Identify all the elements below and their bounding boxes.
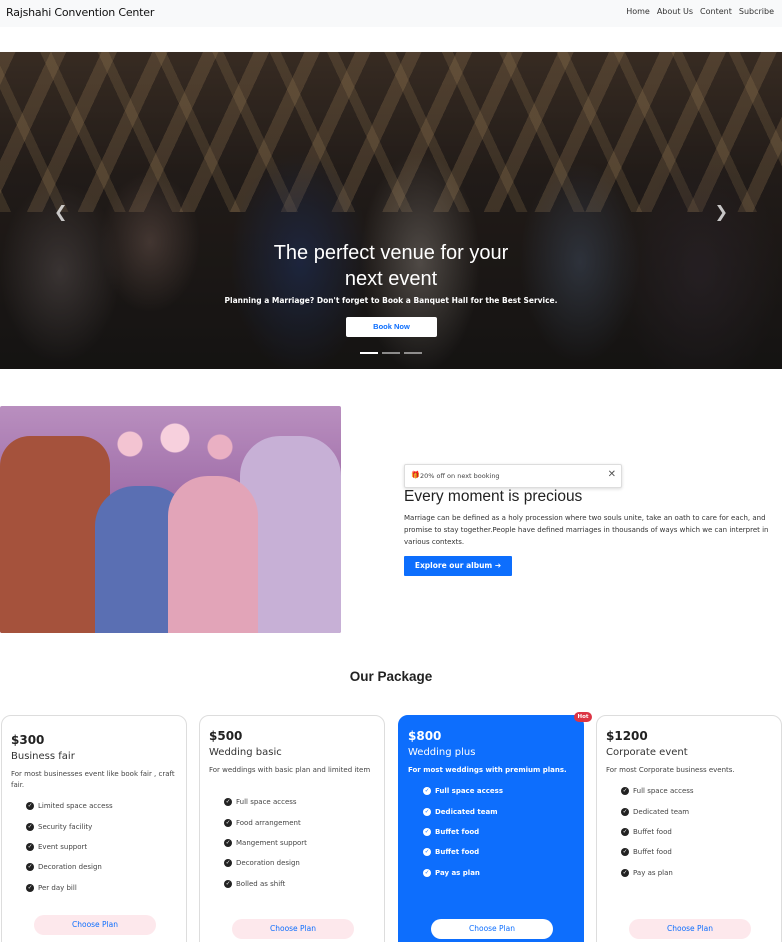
arrow-right-icon: ➔ [494, 561, 502, 570]
feature-item: ✓ Full space access [621, 787, 694, 796]
check-icon: ✓ [26, 842, 34, 851]
package-features: ✓ Full space access ✓ Dedicated team ✓ Buff… [423, 781, 503, 883]
hero-title-line-1: The perfect venue for your [273, 242, 509, 264]
check-icon: ✓ [621, 848, 629, 857]
chevron-left-icon[interactable]: ❮ [54, 202, 67, 221]
explore-album-label: Explore our album [414, 561, 493, 570]
hot-badge: Hot [574, 712, 592, 722]
carousel-indicators [360, 352, 422, 354]
hero-title: The perfect venue for your next event [0, 240, 782, 292]
nav-links: Home About Us Content Subcribe [626, 7, 774, 16]
feature-item: ✓ Pay as plan [423, 868, 480, 877]
choose-plan-button[interactable]: Choose Plan [34, 915, 156, 935]
package-price: $300 [11, 733, 45, 747]
hero-carousel: ❮ ❯ The perfect venue for your next even… [0, 52, 782, 369]
package-card-wedding-basic: $500 Wedding basic For weddings with bas… [199, 715, 385, 942]
brand-logo[interactable]: Rajshahi Convention Center [6, 6, 154, 19]
photo-figure [168, 476, 258, 633]
moment-text: Marriage can be defined as a holy proces… [404, 514, 769, 546]
navbar: Rajshahi Convention Center Home About Us… [0, 0, 782, 27]
check-icon: ✓ [621, 868, 629, 877]
feature-item: ✓ Bolled as shift [224, 879, 286, 888]
check-icon: ✓ [621, 827, 629, 836]
check-icon: ✓ [224, 859, 232, 868]
packages-heading: Our Package [349, 669, 433, 684]
feature-item: ✓ Food arrangement [224, 818, 301, 827]
package-card-corporate-event: $1200 Corporate event For most Corporate… [596, 715, 782, 942]
check-icon: ✓ [224, 879, 232, 888]
gift-icon: 🎁 [411, 471, 420, 479]
package-features: ✓ Full space access ✓ Food arrangement ✓ Ma… [224, 792, 307, 894]
package-features: ✓ Full space access ✓ Dedicated team ✓ Buff… [621, 781, 694, 883]
feature-item: ✓ Decoration design [26, 863, 102, 872]
feature-item: ✓ Full space access [224, 798, 297, 807]
package-card-business-fair: $300 Business fair For most businesses e… [1, 715, 187, 942]
close-icon[interactable]: ✕ [608, 469, 616, 480]
feature-item: ✓ Full space access [423, 787, 503, 796]
check-icon: ✓ [26, 863, 34, 872]
check-icon: ✓ [423, 807, 431, 816]
package-name: Corporate event [606, 747, 688, 758]
wedding-photo [0, 406, 341, 633]
feature-item: ✓ Buffet food [621, 827, 672, 836]
feature-item: ✓ Event support [26, 842, 88, 851]
package-features: ✓ Limited space access ✓ Security facility… [26, 796, 113, 898]
check-icon: ✓ [224, 818, 232, 827]
check-icon: ✓ [26, 822, 34, 831]
choose-plan-button[interactable]: Choose Plan [629, 919, 751, 939]
nav-link-content[interactable]: Content [700, 7, 732, 16]
check-icon: ✓ [621, 787, 629, 796]
check-icon: ✓ [423, 787, 431, 796]
nav-link-subscribe[interactable]: Subcribe [739, 7, 774, 16]
package-description: For most businesses event like book fair… [11, 770, 175, 789]
nav-link-about-us[interactable]: About Us [657, 7, 693, 16]
check-icon: ✓ [224, 798, 232, 807]
choose-plan-button[interactable]: Choose Plan [232, 919, 354, 939]
package-name: Business fair [11, 751, 75, 762]
carousel-indicator-2[interactable] [382, 352, 400, 354]
feature-item: ✓ Security facility [26, 822, 93, 831]
package-price: $1200 [606, 729, 648, 743]
package-name: Wedding plus [408, 747, 476, 758]
package-description: For most Corporate business events. [606, 766, 735, 774]
hero-subtitle: Planning a Marriage? Don't forget to Boo… [224, 296, 558, 305]
package-card-wedding-plus: $800 Wedding plus For most weddings with… [398, 715, 584, 942]
package-description: For most weddings with premium plans. [408, 766, 567, 774]
hero-title-line-2: next event [344, 268, 438, 290]
book-now-button[interactable]: Book Now [346, 317, 437, 337]
package-price: $800 [408, 729, 442, 743]
discount-toast: 🎁 20% off on next booking ✕ [404, 464, 622, 488]
explore-album-button[interactable]: Explore our album ➔ [404, 556, 512, 576]
feature-item: ✓ Decoration design [224, 859, 300, 868]
feature-item: ✓ Buffet food [621, 848, 672, 857]
toast-text: 20% off on next booking [420, 472, 500, 480]
feature-item: ✓ Limited space access [26, 802, 113, 811]
check-icon: ✓ [26, 883, 34, 892]
package-description: For weddings with basic plan and limited… [209, 766, 371, 774]
feature-item: ✓ Pay as plan [621, 868, 673, 877]
chevron-right-icon[interactable]: ❯ [715, 202, 728, 221]
carousel-indicator-1[interactable] [360, 352, 378, 354]
check-icon: ✓ [26, 802, 34, 811]
nav-link-home[interactable]: Home [626, 7, 650, 16]
feature-item: ✓ Buffet food [423, 848, 480, 857]
photo-figure [0, 436, 110, 633]
check-icon: ✓ [621, 807, 629, 816]
feature-item: ✓ Dedicated team [423, 807, 498, 816]
feature-item: ✓ Mangement support [224, 838, 307, 847]
feature-item: ✓ Buffet food [423, 827, 480, 836]
package-price: $500 [209, 729, 243, 743]
feature-item: ✓ Per day bill [26, 883, 77, 892]
feature-item: ✓ Dedicated team [621, 807, 690, 816]
check-icon: ✓ [224, 838, 232, 847]
check-icon: ✓ [423, 848, 431, 857]
package-name: Wedding basic [209, 747, 282, 758]
carousel-indicator-3[interactable] [404, 352, 422, 354]
choose-plan-button[interactable]: Choose Plan [431, 919, 553, 939]
check-icon: ✓ [423, 827, 431, 836]
photo-flowers [100, 414, 250, 474]
check-icon: ✓ [423, 868, 431, 877]
moment-title: Every moment is precious [404, 488, 583, 505]
